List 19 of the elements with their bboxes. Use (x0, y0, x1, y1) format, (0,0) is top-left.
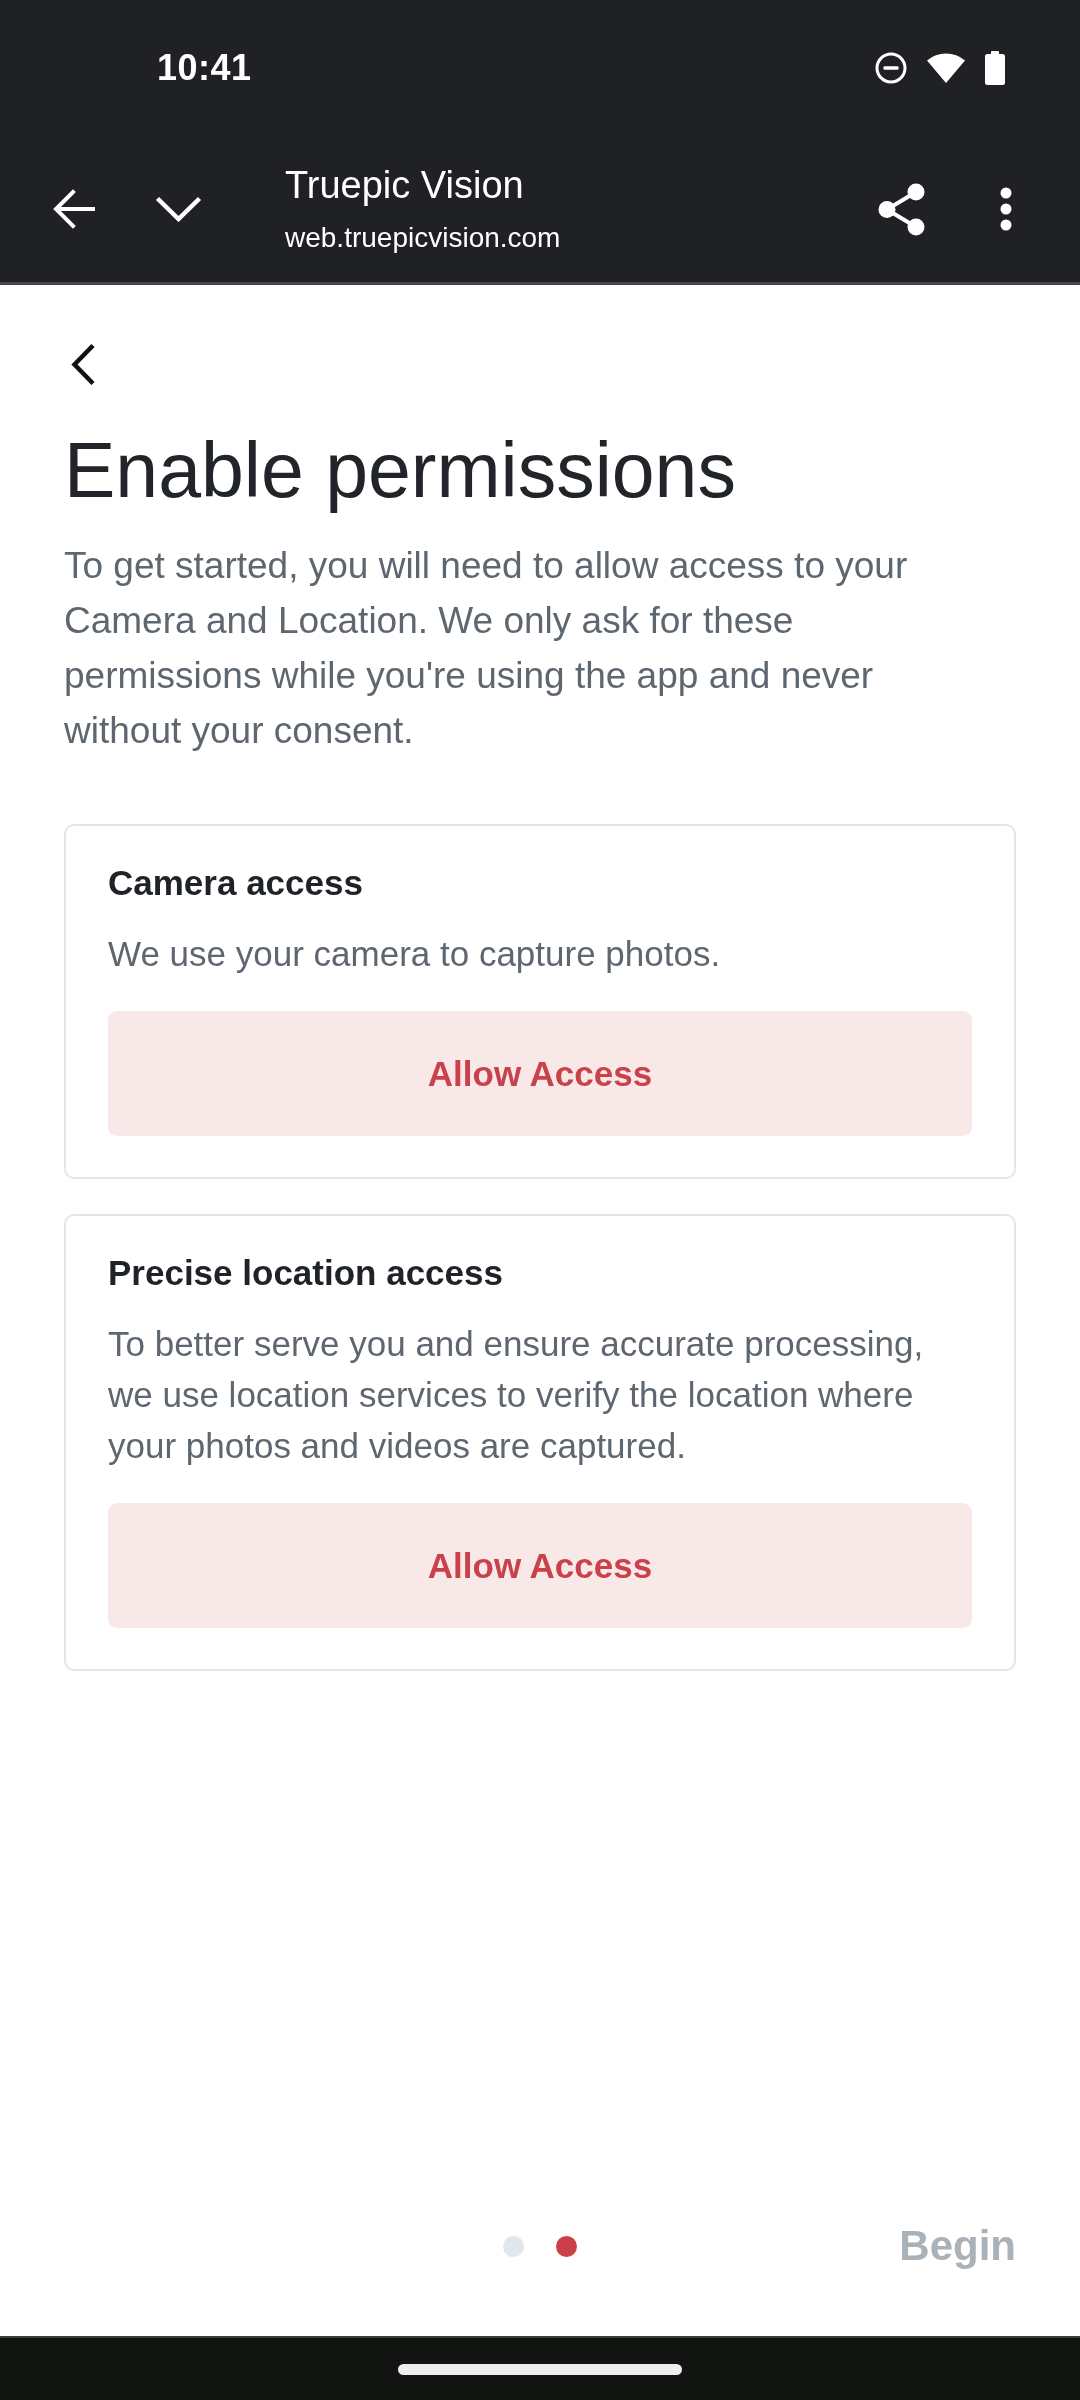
card-title: Camera access (108, 862, 364, 904)
wifi-icon (927, 53, 965, 83)
allow-access-button[interactable]: Allow Access (108, 1011, 972, 1136)
page-title: Truepic Vision (285, 163, 525, 208)
card-description: We use your camera to capture photos. (108, 933, 722, 975)
card-title: Precise location access (108, 1252, 504, 1294)
home-handle[interactable] (398, 2363, 682, 2375)
share-icon[interactable] (878, 182, 925, 236)
do-not-disturb-icon (875, 52, 907, 84)
battery-icon (985, 51, 1005, 85)
intro-text: To get started, you will need to allow access to your Camera and Location. We only ask for these permissions while you're using the app and never without your consent. (64, 544, 909, 753)
page-url: web.truepicvision.com (285, 221, 562, 255)
more-options-icon[interactable] (1000, 187, 1012, 231)
page-heading: Enable permissions (64, 426, 736, 515)
card-description: To better serve you and ensure accurate processing, we use location services to verify the location where your photos and videos are captured. (108, 1323, 925, 1467)
back-chevron-icon[interactable] (71, 343, 96, 386)
status-time: 10:41 (157, 47, 253, 89)
allow-access-button[interactable]: Allow Access (108, 1503, 972, 1628)
chevron-down-icon[interactable] (155, 196, 202, 222)
